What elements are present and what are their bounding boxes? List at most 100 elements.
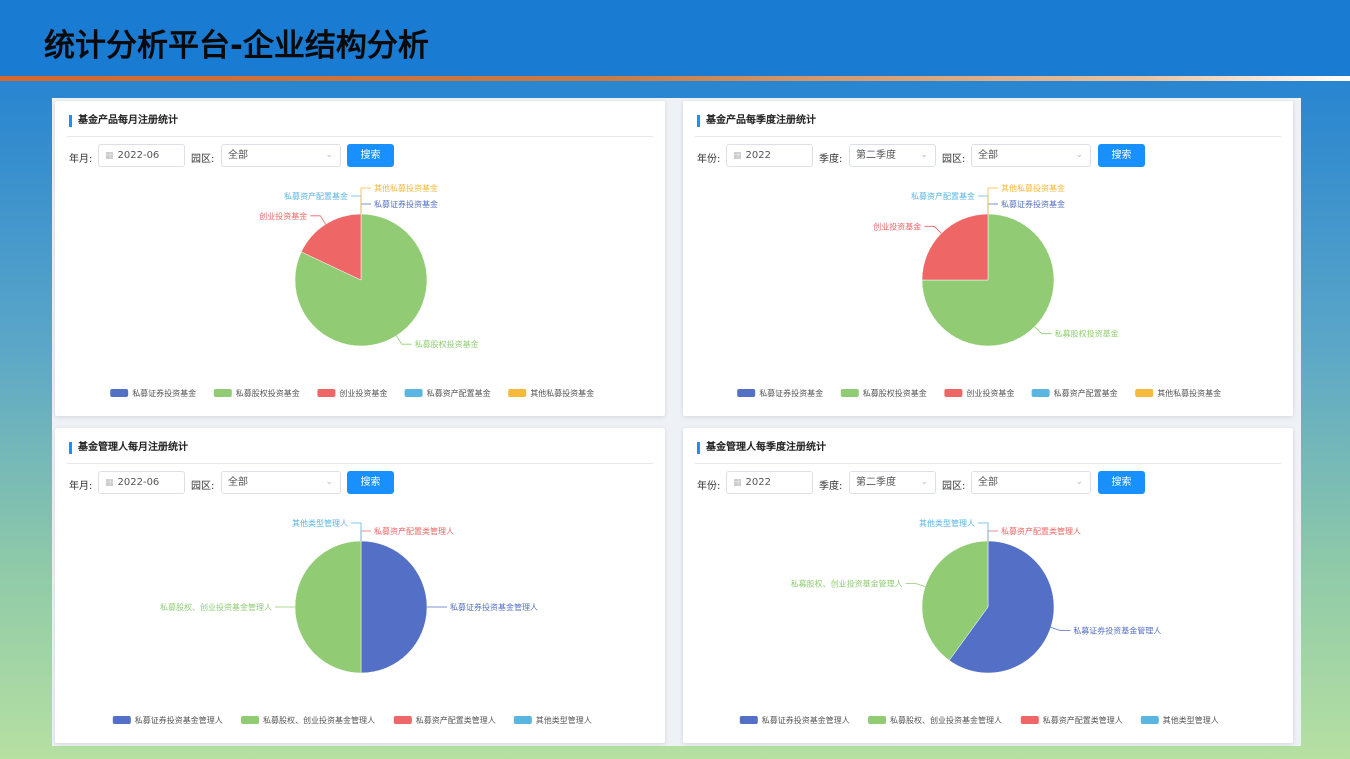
legend-swatch xyxy=(944,389,963,397)
legend-item-2[interactable]: 创业投资基金 xyxy=(317,388,387,398)
month-picker[interactable]: ▦ 2022-06 xyxy=(98,144,185,167)
year-picker[interactable]: ▦ 2022 xyxy=(726,471,813,494)
legend-swatch xyxy=(508,389,527,397)
chevron-down-icon: ⌄ xyxy=(920,150,928,160)
legend-swatch xyxy=(393,716,412,724)
label-line-2 xyxy=(987,530,998,541)
search-button[interactable]: 搜索 xyxy=(347,144,394,167)
month-picker[interactable]: ▦ 2022-06 xyxy=(98,471,185,494)
pie-slice-2[interactable] xyxy=(921,213,989,281)
pie-slice-0[interactable] xyxy=(360,540,428,674)
legend-item-3[interactable]: 私募资产配置基金 xyxy=(404,388,491,398)
legend-item-0[interactable]: 私募证券投资基金 xyxy=(737,388,823,398)
park-select[interactable]: 全部 ⌄ xyxy=(971,471,1091,494)
park-value: 全部 xyxy=(978,150,998,161)
legend-label: 其他类型管理人 xyxy=(536,715,592,725)
park-value: 全部 xyxy=(228,150,248,161)
legend-item-2[interactable]: 私募资产配置类管理人 xyxy=(393,715,496,725)
park-select[interactable]: 全部 ⌄ xyxy=(971,144,1091,167)
year-label: 年份: xyxy=(697,154,721,165)
panel-divider xyxy=(695,136,1281,137)
legend-swatch xyxy=(110,389,129,397)
quarter-value: 第二季度 xyxy=(856,150,896,161)
legend-item-1[interactable]: 私募股权、创业投资基金管理人 xyxy=(868,715,1002,725)
legend-item-0[interactable]: 私募证券投资基金 xyxy=(110,388,196,398)
label-line-3 xyxy=(978,522,989,541)
panel-title: 基金管理人每季度注册统计 xyxy=(697,442,826,454)
fund-manager-quarterly-panel: 基金管理人每季度注册统计 年份: ▦ 2022 季度: 第二季度 ⌄ 园区: 全部… xyxy=(683,428,1293,743)
panel-title: 基金产品每季度注册统计 xyxy=(697,115,816,127)
slice-label-3: 其他类型管理人 xyxy=(919,518,975,528)
chevron-down-icon: ⌄ xyxy=(325,477,333,487)
slice-label-0: 私募证券投资基金 xyxy=(1001,199,1065,209)
quarter-select[interactable]: 第二季度 ⌄ xyxy=(849,471,936,494)
slice-label-1: 私募股权、创业投资基金管理人 xyxy=(160,602,272,612)
park-select[interactable]: 全部 ⌄ xyxy=(221,144,341,167)
title-bar: 统计分析平台-企业结构分析 xyxy=(0,0,1350,78)
slice-label-2: 私募资产配置类管理人 xyxy=(1001,526,1081,536)
search-button[interactable]: 搜索 xyxy=(1098,144,1145,167)
panel-title: 基金产品每月注册统计 xyxy=(69,115,178,127)
slice-label-2: 创业投资基金 xyxy=(259,211,307,221)
chevron-down-icon: ⌄ xyxy=(920,477,928,487)
legend-item-1[interactable]: 私募股权、创业投资基金管理人 xyxy=(241,715,375,725)
calendar-icon: ▦ xyxy=(105,151,114,161)
legend-swatch xyxy=(739,716,758,724)
pie-chart: 私募证券投资基金私募股权投资基金创业投资基金私募资产配置基金其他私募投资基金私募… xyxy=(110,183,594,398)
legend-item-0[interactable]: 私募证券投资基金管理人 xyxy=(739,715,850,725)
quarter-select[interactable]: 第二季度 ⌄ xyxy=(849,144,936,167)
park-label: 园区: xyxy=(942,481,966,492)
legend-swatch xyxy=(317,389,336,397)
label-line-4 xyxy=(987,187,998,214)
search-button[interactable]: 搜索 xyxy=(1098,471,1145,494)
quarter-value: 第二季度 xyxy=(856,477,896,488)
panel-title: 基金管理人每月注册统计 xyxy=(69,442,188,454)
legend-item-3[interactable]: 私募资产配置基金 xyxy=(1031,388,1118,398)
year-picker[interactable]: ▦ 2022 xyxy=(726,144,813,167)
label-line-4 xyxy=(360,187,371,214)
year-value: 2022 xyxy=(745,150,771,161)
park-label: 园区: xyxy=(191,481,215,492)
label-line-2 xyxy=(924,225,942,234)
month-label: 年月: xyxy=(69,481,93,492)
filter-bar: 年份: ▦ 2022 季度: 第二季度 ⌄ 园区: 全部 ⌄ 搜索 xyxy=(697,144,1287,168)
legend-item-3[interactable]: 其他类型管理人 xyxy=(1140,715,1219,725)
legend-item-1[interactable]: 私募股权投资基金 xyxy=(840,388,927,398)
legend-item-1[interactable]: 私募股权投资基金 xyxy=(213,388,300,398)
panel-divider xyxy=(695,463,1281,464)
legend-label: 私募证券投资基金 xyxy=(132,388,196,398)
slice-label-1: 私募股权投资基金 xyxy=(415,339,479,349)
slice-label-4: 其他私募投资基金 xyxy=(1001,183,1065,193)
legend-item-4[interactable]: 其他私募投资基金 xyxy=(508,388,594,398)
legend-swatch xyxy=(241,716,259,724)
legend-swatch xyxy=(1031,389,1050,397)
dashboard-content: 基金产品每月注册统计 年月: ▦ 2022-06 园区: 全部 ⌄ 搜索 私募证券… xyxy=(52,98,1301,746)
filter-bar: 年月: ▦ 2022-06 园区: 全部 ⌄ 搜索 xyxy=(69,144,659,168)
slice-label-0: 私募证券投资基金管理人 xyxy=(1073,626,1161,636)
legend-label: 私募股权、创业投资基金管理人 xyxy=(263,715,375,725)
year-label: 年份: xyxy=(697,481,721,492)
park-select[interactable]: 全部 ⌄ xyxy=(221,471,341,494)
legend-label: 私募证券投资基金 xyxy=(759,388,823,398)
legend-label: 私募资产配置类管理人 xyxy=(416,715,496,725)
legend-item-4[interactable]: 其他私募投资基金 xyxy=(1135,388,1221,398)
legend-swatch xyxy=(1140,716,1159,724)
quarter-label: 季度: xyxy=(819,154,843,165)
pie-chart: 私募证券投资基金管理人私募股权、创业投资基金管理人私募资产配置类管理人其他类型管… xyxy=(112,518,592,725)
calendar-icon: ▦ xyxy=(105,478,114,488)
label-line-0 xyxy=(1050,627,1071,631)
legend-item-3[interactable]: 其他类型管理人 xyxy=(513,715,592,725)
legend-item-2[interactable]: 私募资产配置类管理人 xyxy=(1020,715,1123,725)
slice-label-0: 私募证券投资基金 xyxy=(374,199,438,209)
fund-product-quarterly-panel: 基金产品每季度注册统计 年份: ▦ 2022 季度: 第二季度 ⌄ 园区: 全部 … xyxy=(683,101,1293,416)
title-accent-line xyxy=(0,76,1350,81)
slice-label-2: 创业投资基金 xyxy=(873,221,921,231)
pie-slice-1[interactable] xyxy=(294,540,362,674)
legend-item-2[interactable]: 创业投资基金 xyxy=(944,388,1014,398)
legend-label: 其他私募投资基金 xyxy=(530,388,594,398)
park-label: 园区: xyxy=(191,154,215,165)
search-button[interactable]: 搜索 xyxy=(347,471,394,494)
legend-label: 私募股权投资基金 xyxy=(863,388,927,398)
legend-swatch xyxy=(868,716,886,724)
legend-item-0[interactable]: 私募证券投资基金管理人 xyxy=(112,715,223,725)
